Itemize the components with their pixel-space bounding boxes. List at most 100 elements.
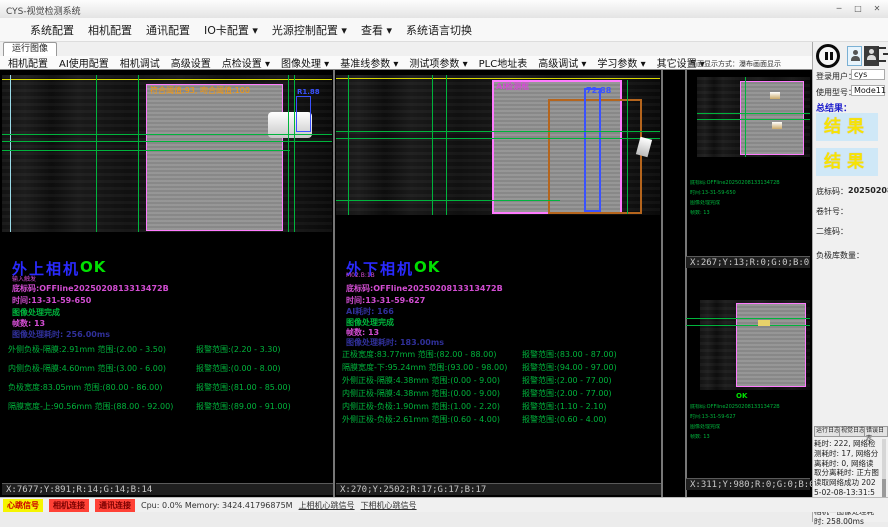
menu-item-light-control[interactable]: 光源控制配置 ▾ <box>272 22 347 38</box>
small-overlay-line: 图像处理完成 <box>690 424 808 431</box>
alarm-range: 报警范围:(0.60 - 4.00) <box>522 414 607 425</box>
alarm-range: 报警范围:(83.00 - 87.00) <box>522 349 617 360</box>
result-badge-bottom: 结果 <box>816 148 878 176</box>
anode-count-label: 负极库数量： <box>816 250 864 261</box>
menu-item-comm-config[interactable]: 通讯配置 <box>146 22 190 38</box>
alarm-range: 报警范围:(2.00 - 77.00) <box>522 388 612 399</box>
tool-spot-check[interactable]: 点检设置 ▾ <box>222 55 270 70</box>
measure-line-green <box>336 131 660 132</box>
pin-number-label: 卷针号： <box>816 206 848 217</box>
alarm-range: 报警范围:(1.10 - 2.10) <box>522 401 607 412</box>
measure-row: 内侧正极-负极:1.90mm 范围:(1.00 - 2.20) <box>342 401 500 412</box>
alarm-range: 报警范围:(94.00 - 97.00) <box>522 362 617 373</box>
login-user-value[interactable]: cys <box>851 69 885 80</box>
title-bar: CYS-视觉检测系统 ─ □ ✕ <box>0 0 888 19</box>
display-mode-label[interactable]: 画面显示方式：瀑布画面显示 <box>690 59 781 69</box>
ai-time-line: AI耗时: 166 <box>346 306 394 317</box>
measure-line-green <box>288 75 289 232</box>
barcode-line: 底标码:OFFline2025020813313472B <box>346 283 503 294</box>
ai-score-tag: 72.88 <box>586 86 611 95</box>
close-icon[interactable]: ✕ <box>868 2 886 15</box>
measure-line-cyan <box>10 75 11 232</box>
result-badge-top: 结果 <box>816 113 878 141</box>
measure-line-green <box>697 119 810 120</box>
measure-row: 负极宽度:83.05mm 范围:(80.00 - 86.00) <box>8 382 162 393</box>
status-bar: 心跳信号 相机连接 通讯连接 Cpu: 0.0% Memory: 3424.41… <box>0 497 888 512</box>
measure-line-green <box>336 200 560 201</box>
measure-row: 正极宽度:83.77mm 范围:(82.00 - 88.00) <box>342 349 496 360</box>
exit-icon[interactable] <box>877 47 886 62</box>
camera-status-ok: OK <box>80 258 106 276</box>
maximize-icon[interactable]: □ <box>849 2 867 15</box>
user-icon <box>853 50 858 55</box>
alarm-range: 报警范围:(89.00 - 91.00) <box>196 401 291 412</box>
log-scrollbar[interactable] <box>882 439 886 501</box>
barcode-value: 20250208 <box>848 186 888 195</box>
login-user-button[interactable] <box>847 46 862 66</box>
separator-film-region <box>146 84 283 231</box>
measure-line-green <box>336 138 660 139</box>
tool-advanced-debug[interactable]: 高级调试 ▾ <box>538 55 586 70</box>
roller-glint <box>770 92 780 99</box>
ai-detect-box-blue <box>296 96 311 132</box>
tool-advanced-settings[interactable]: 高级设置 <box>171 55 211 70</box>
done-line: 图像处理完成 <box>12 307 60 318</box>
log-tab-run[interactable]: 运行日志 <box>814 426 842 437</box>
view-separator <box>333 70 335 497</box>
menu-item-view[interactable]: 查看 ▾ <box>361 22 392 38</box>
model-value[interactable]: Mode11 <box>851 85 885 96</box>
tool-ai-use-config[interactable]: AI使用配置 <box>59 55 109 70</box>
measure-line-green <box>697 113 810 114</box>
tool-camera-debug[interactable]: 相机调试 <box>120 55 160 70</box>
lower-camera-heartbeat: 下相机心跳信号 <box>361 500 417 511</box>
tool-learning-params[interactable]: 学习参数 ▾ <box>597 55 645 70</box>
measure-row: 内侧负极-隔膜:4.60mm 范围:(3.00 - 6.00) <box>8 363 166 374</box>
measure-line-green <box>745 77 746 157</box>
view-separator <box>661 70 663 497</box>
view-separator <box>685 70 687 497</box>
alarm-range: 报警范围:(2.20 - 3.30) <box>196 344 281 355</box>
frames-line: 帧数: 13 <box>12 318 45 329</box>
measure-line-green <box>446 75 447 215</box>
log-tab-error[interactable]: 错误日志 <box>864 426 888 437</box>
measure-row: 隔膜宽度-上:90.56mm 范围:(88.00 - 92.00) <box>8 401 173 412</box>
pause-icon <box>825 52 828 60</box>
menu-item-system-config[interactable]: 系统配置 <box>30 22 74 38</box>
window-title: CYS-视觉检测系统 <box>6 4 81 17</box>
user-icon <box>867 55 876 60</box>
exit-arrow <box>883 53 888 55</box>
camera-status-ok: OK <box>414 258 440 276</box>
pause-button[interactable] <box>816 44 840 68</box>
tool-test-params[interactable]: 测试项参数 ▾ <box>409 55 467 70</box>
small-overlay-line: 时间:13-31-59-650 <box>690 190 808 197</box>
measure-line-green <box>348 75 349 215</box>
small-overlay-line: 帧数: 13 <box>690 210 808 217</box>
measure-line-green <box>96 75 97 232</box>
upper-camera-heartbeat: 上相机心跳信号 <box>299 500 355 511</box>
marker-yellow <box>758 320 770 326</box>
alarm-range: 报警范围:(0.00 - 8.00) <box>196 363 281 374</box>
menu-item-language-switch[interactable]: 系统语言切换 <box>406 22 472 38</box>
camera-subtitle: 输入触发 <box>12 274 36 283</box>
pixel-coords-bar: X:7677;Y:891;R:14;G:14;B:14 <box>2 483 333 495</box>
tool-camera-config[interactable]: 相机配置 <box>8 55 48 70</box>
tool-plc-address-table[interactable]: PLC地址表 <box>479 55 528 70</box>
menu-item-camera-config[interactable]: 相机配置 <box>88 22 132 38</box>
log-text: 耗时: 222, 网络检测耗时: 17, 网络分离耗时: 0, 网络读取分离耗时… <box>814 439 880 501</box>
minimize-icon[interactable]: ─ <box>830 2 848 15</box>
menu-item-io-card-config[interactable]: IO卡配置 ▾ <box>204 22 258 38</box>
tool-baseline-params[interactable]: 基准线参数 ▾ <box>340 55 398 70</box>
tool-image-processing[interactable]: 图像处理 ▾ <box>281 55 329 70</box>
tab-run-image[interactable]: 运行图像 <box>3 42 57 56</box>
log-tab-vision[interactable]: 视觉日志 <box>839 426 867 437</box>
heartbeat-status-badge: 心跳信号 <box>3 499 43 512</box>
ai-threshold-label: 符合阈值:93, 吻合阈值:100 <box>150 85 250 96</box>
barcode-line: 底标码:OFFline2025020813313472B <box>12 283 169 294</box>
log-scrollbar-thumb[interactable] <box>882 479 886 497</box>
measure-line-green <box>2 134 332 135</box>
ai-detect-box-blue <box>584 88 601 212</box>
measure-row: 外侧正极-隔膜:4.38mm 范围:(0.00 - 9.00) <box>342 375 500 386</box>
small-overlay-line: 帧数: 13 <box>690 434 808 441</box>
time-line: 时间:13-31-59-650 <box>12 295 91 306</box>
menu-bar: 系统配置 相机配置 通讯配置 IO卡配置 ▾ 光源控制配置 ▾ 查看 ▾ 系统语… <box>0 18 888 42</box>
